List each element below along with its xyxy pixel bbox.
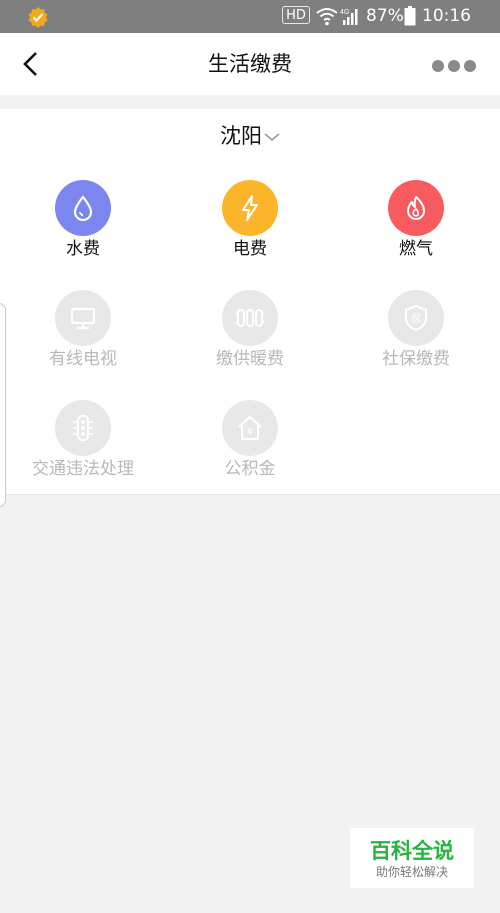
dot	[464, 60, 476, 72]
service-heating[interactable]: 缴供暖费	[167, 274, 333, 374]
house-yuan-icon: ¥	[222, 400, 278, 456]
flame-icon	[388, 180, 444, 236]
lightning-icon	[222, 180, 278, 236]
battery-icon	[404, 6, 416, 26]
city-selector[interactable]: 沈阳	[0, 121, 500, 151]
watermark-title: 百科全说	[370, 839, 454, 863]
service-traffic-violation[interactable]: 交通违法处理	[0, 384, 166, 484]
hd-indicator: HD	[282, 6, 310, 24]
service-social-security[interactable]: 保 社保缴费	[333, 274, 499, 374]
service-electricity[interactable]: 电费	[167, 164, 333, 264]
watermark-logo: 百科全说 助你轻松解决	[350, 828, 474, 888]
svg-text:¥: ¥	[247, 427, 253, 438]
chevron-down-icon	[264, 133, 280, 142]
services-grid: 水费 电费 燃气 有线电视 缴供暖费 保 社保缴费 交通违法处理 ¥ 公积金	[0, 164, 500, 495]
service-cable-tv[interactable]: 有线电视	[0, 274, 166, 374]
service-label: 社保缴费	[382, 349, 450, 369]
watermark-subtitle: 助你轻松解决	[375, 865, 448, 879]
service-label: 电费	[233, 239, 267, 259]
service-housing-fund[interactable]: ¥ 公积金	[167, 384, 333, 484]
city-selector-row: 沈阳	[0, 109, 500, 165]
traffic-light-icon	[55, 400, 111, 456]
dot	[448, 60, 460, 72]
clock: 10:16	[422, 6, 471, 26]
service-label: 水费	[66, 239, 100, 259]
cell-signal-icon: 4G	[340, 9, 358, 25]
side-drawer-handle[interactable]	[0, 303, 6, 507]
nav-bar: 生活缴费	[0, 33, 500, 95]
verified-badge-icon	[28, 7, 48, 28]
svg-text:保: 保	[411, 312, 421, 325]
dot	[432, 60, 444, 72]
service-label: 有线电视	[49, 349, 117, 369]
shield-bao-icon: 保	[388, 290, 444, 346]
status-bar: HD 4G 87% 10:16	[0, 0, 500, 33]
service-gas[interactable]: 燃气	[333, 164, 499, 264]
service-label: 缴供暖费	[216, 349, 284, 369]
radiator-icon	[222, 290, 278, 346]
service-water[interactable]: 水费	[0, 164, 166, 264]
city-name: 沈阳	[220, 124, 262, 148]
water-drop-icon	[55, 180, 111, 236]
wifi-icon	[316, 8, 338, 26]
tv-monitor-icon	[55, 290, 111, 346]
page-title: 生活缴费	[208, 52, 292, 76]
svg-text:4G: 4G	[340, 9, 349, 16]
more-options-icon[interactable]	[432, 57, 482, 72]
service-label: 燃气	[399, 239, 433, 259]
service-label: 公积金	[224, 459, 276, 479]
battery-percent: 87%	[366, 6, 404, 26]
service-label: 交通违法处理	[32, 459, 134, 479]
